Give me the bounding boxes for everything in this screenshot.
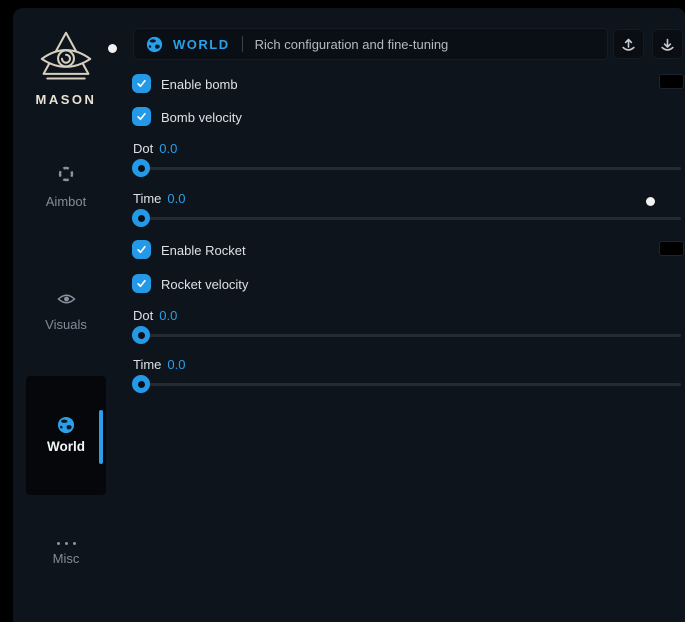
sidebar-item-label: Misc [26, 551, 106, 566]
slider-track-dot-rocket[interactable] [133, 334, 681, 337]
eye-icon [57, 292, 76, 306]
check-icon [135, 77, 148, 90]
checkbox-label: Enable bomb [161, 77, 238, 92]
check-icon [135, 243, 148, 256]
checkbox-label: Rocket velocity [161, 277, 248, 292]
globe-icon [146, 36, 163, 53]
slider-label: Dot 0.0 [133, 141, 177, 156]
checkbox-enable-bomb[interactable] [132, 74, 151, 93]
color-swatch[interactable] [659, 74, 684, 89]
upload-icon [620, 36, 637, 53]
check-icon [135, 277, 148, 290]
slider-name: Time [133, 191, 161, 206]
sidebar-item-misc[interactable]: Misc [26, 536, 106, 566]
crosshair-icon [57, 165, 75, 183]
slider-name: Dot [133, 308, 153, 323]
checkbox-enable-rocket[interactable] [132, 240, 151, 259]
ellipsis-icon [26, 536, 106, 545]
mason-logo-icon [38, 28, 94, 88]
sidebar-item-label: Aimbot [26, 194, 106, 209]
slider-handle-time-bomb[interactable] [132, 209, 150, 227]
slider-track-time-bomb[interactable] [133, 217, 681, 220]
sidebar-item-aimbot[interactable]: Aimbot [26, 165, 106, 209]
upload-button[interactable] [613, 29, 644, 59]
app-screen: MASON Aimbot Visuals World [0, 0, 685, 622]
color-swatch[interactable] [659, 241, 684, 256]
cursor-dot [646, 197, 655, 206]
page-header: WORLD Rich configuration and fine-tuning [133, 28, 608, 60]
slider-name: Time [133, 357, 161, 372]
page-title: WORLD [173, 37, 230, 52]
slider-label: Time 0.0 [133, 191, 185, 206]
slider-handle-dot-bomb[interactable] [132, 159, 150, 177]
check-icon [135, 110, 148, 123]
page-subtitle: Rich configuration and fine-tuning [255, 37, 449, 52]
slider-value: 0.0 [167, 357, 185, 372]
slider-name: Dot [133, 141, 153, 156]
slider-track-time-rocket[interactable] [133, 383, 681, 386]
slider-handle-time-rocket[interactable] [132, 375, 150, 393]
checkbox-rocket-velocity[interactable] [132, 274, 151, 293]
logo-text: MASON [26, 92, 106, 107]
checkbox-bomb-velocity[interactable] [132, 107, 151, 126]
sidebar-item-label: Visuals [26, 317, 106, 332]
download-icon [659, 36, 676, 53]
globe-icon [57, 416, 75, 434]
slider-label: Time 0.0 [133, 357, 185, 372]
header-divider [242, 36, 243, 52]
cursor-dot [108, 44, 117, 53]
slider-value: 0.0 [159, 308, 177, 323]
slider-track-dot-bomb[interactable] [133, 167, 681, 170]
slider-label: Dot 0.0 [133, 308, 177, 323]
sidebar-item-visuals[interactable]: Visuals [26, 292, 106, 332]
checkbox-label: Enable Rocket [161, 243, 246, 258]
download-button[interactable] [652, 29, 683, 59]
checkbox-label: Bomb velocity [161, 110, 242, 125]
sidebar-item-label: World [26, 439, 106, 454]
app-window: MASON Aimbot Visuals World [13, 8, 685, 622]
active-tab-indicator [99, 410, 103, 464]
slider-handle-dot-rocket[interactable] [132, 326, 150, 344]
slider-value: 0.0 [159, 141, 177, 156]
sidebar-item-world[interactable]: World [26, 376, 106, 495]
slider-value: 0.0 [167, 191, 185, 206]
